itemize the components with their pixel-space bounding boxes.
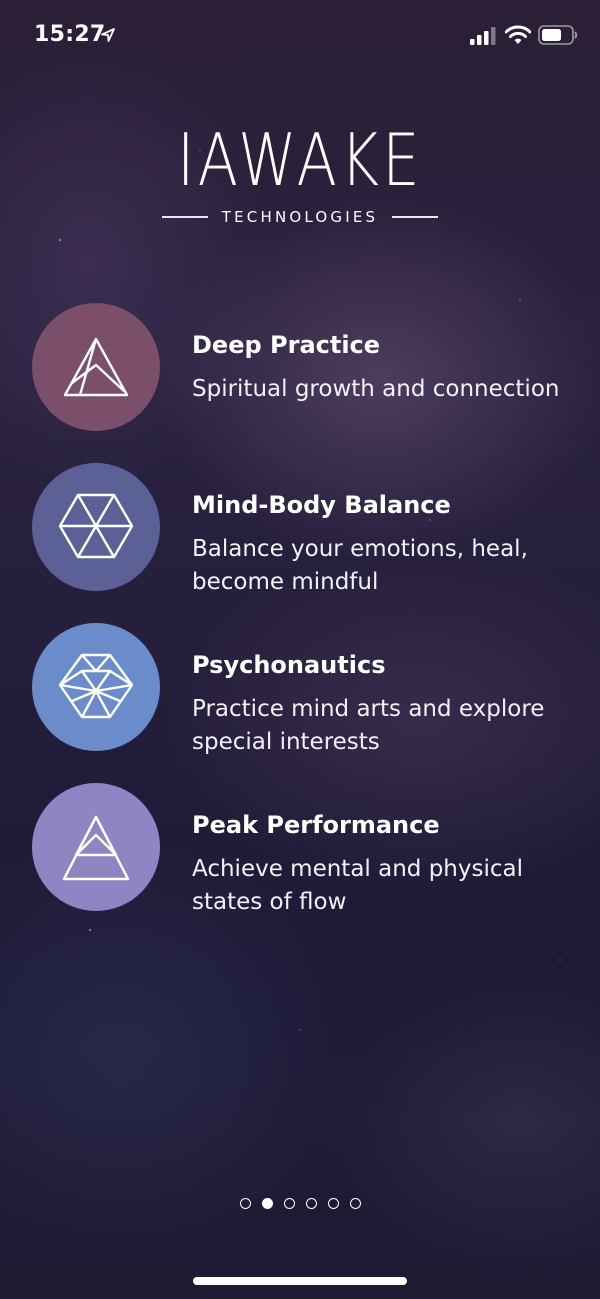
feature-description: Practice mind arts and explore special i… <box>192 696 545 755</box>
status-time: 15:27 <box>34 22 106 47</box>
page-dot[interactable] <box>349 1198 361 1209</box>
page-indicator[interactable] <box>0 1198 600 1209</box>
logo-subtitle: TECHNOLOGIES <box>221 208 379 226</box>
feature-icon-circle <box>32 783 160 911</box>
feature-title: Peak Performance <box>192 811 440 839</box>
logo-name: IAWAKE <box>177 118 423 202</box>
feature-title: Mind-Body Balance <box>192 491 451 519</box>
feature-peak-performance[interactable]: Peak Performance Achieve mental and phys… <box>32 783 592 915</box>
feature-icon-circle <box>32 463 160 591</box>
battery-icon <box>538 25 578 45</box>
page-dot[interactable] <box>305 1198 317 1209</box>
feature-description: Achieve mental and physical states of fl… <box>192 856 523 915</box>
nested-triangle-icon <box>62 815 130 881</box>
page-dot[interactable] <box>283 1198 295 1209</box>
feature-title: Deep Practice <box>192 331 381 359</box>
feature-deep-practice[interactable]: Deep Practice Spiritual growth and conne… <box>32 303 592 433</box>
page-dot[interactable] <box>327 1198 339 1209</box>
page-dot[interactable] <box>239 1198 251 1209</box>
feature-icon-circle <box>32 303 160 431</box>
wifi-icon <box>505 25 531 44</box>
cellular-signal-icon <box>470 27 496 45</box>
crystal-icon <box>58 653 134 719</box>
status-bar: 15:27 <box>0 0 600 74</box>
hexagon-icon <box>58 493 134 559</box>
feature-title: Psychonautics <box>192 651 386 679</box>
home-indicator[interactable] <box>193 1277 407 1285</box>
triangle-icon <box>63 337 129 397</box>
logo-divider-left <box>161 216 208 218</box>
brand-logo: IAWAKE TECHNOLOGIES <box>0 118 600 226</box>
feature-psychonautics[interactable]: Psychonautics Practice mind arts and exp… <box>32 623 592 755</box>
feature-description: Balance your emotions, heal, become mind… <box>192 536 528 595</box>
feature-mind-body-balance[interactable]: Mind-Body Balance Balance your emotions,… <box>32 463 592 595</box>
feature-icon-circle <box>32 623 160 751</box>
feature-description: Spiritual growth and connection <box>192 376 560 402</box>
logo-divider-right <box>392 216 439 218</box>
page-dot[interactable] <box>261 1198 273 1209</box>
logo-subtitle-row: TECHNOLOGIES <box>0 208 600 226</box>
location-arrow-icon <box>101 28 115 42</box>
